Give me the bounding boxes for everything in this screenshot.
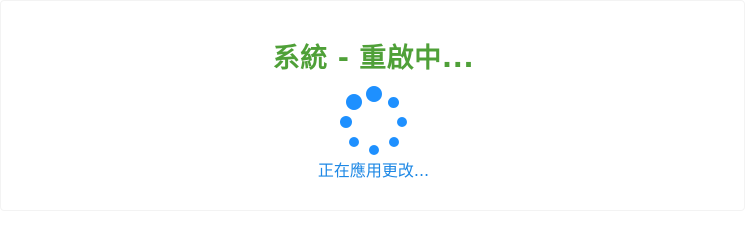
loading-spinner-icon — [339, 86, 409, 157]
spinner-dot — [366, 86, 382, 102]
spinner-dot — [369, 145, 379, 155]
spinner-dot — [388, 96, 400, 108]
spinner-dot — [397, 117, 407, 127]
dialog-title: 系統 - 重啟中... — [272, 43, 475, 74]
spinner-dot — [349, 136, 360, 147]
restart-dialog: 系統 - 重啟中... 正在應用更改... — [0, 0, 745, 211]
status-text: 正在應用更改... — [317, 161, 430, 180]
spinner-dot — [388, 136, 399, 147]
spinner-dot — [340, 116, 352, 128]
spinner-dot — [346, 94, 363, 111]
